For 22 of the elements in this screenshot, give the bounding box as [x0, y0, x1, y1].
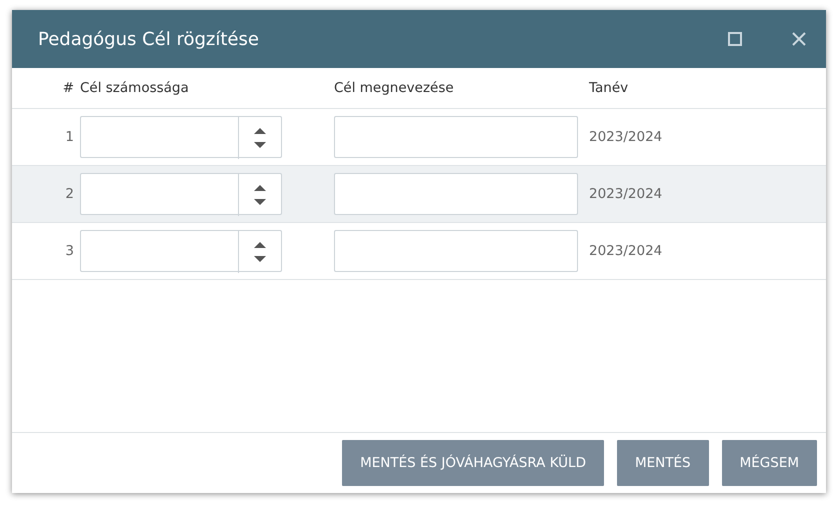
table-cell-text: 2023/2024: [589, 243, 664, 259]
table-cell-text: 2023/2024: [589, 129, 664, 145]
row-number: 1: [64, 129, 75, 145]
text-field[interactable]: [334, 173, 578, 215]
maximize-icon[interactable]: [728, 32, 742, 46]
number-field[interactable]: [80, 116, 282, 158]
number-field[interactable]: [80, 230, 282, 272]
column-header: Tanév: [589, 80, 630, 96]
cancel-button[interactable]: MÉGSEM: [722, 440, 817, 486]
close-icon[interactable]: [792, 32, 806, 46]
table-cell-text: 2023/2024: [589, 186, 664, 202]
row-number: 3: [64, 243, 75, 259]
send-button[interactable]: MENTÉS ÉS JÓVÁHAGYÁSRA KÜLD: [342, 440, 604, 486]
save-button[interactable]: MENTÉS: [616, 440, 709, 486]
column-header: Cél megnevezése: [334, 80, 455, 96]
window-title: Pedagógus Cél rögzítése: [38, 28, 260, 50]
text-field[interactable]: [334, 230, 578, 272]
row-number: 2: [64, 186, 75, 202]
column-header: Cél számossága: [80, 80, 190, 96]
number-field[interactable]: [80, 173, 282, 215]
text-field[interactable]: [334, 116, 578, 158]
column-header: #: [62, 80, 75, 96]
